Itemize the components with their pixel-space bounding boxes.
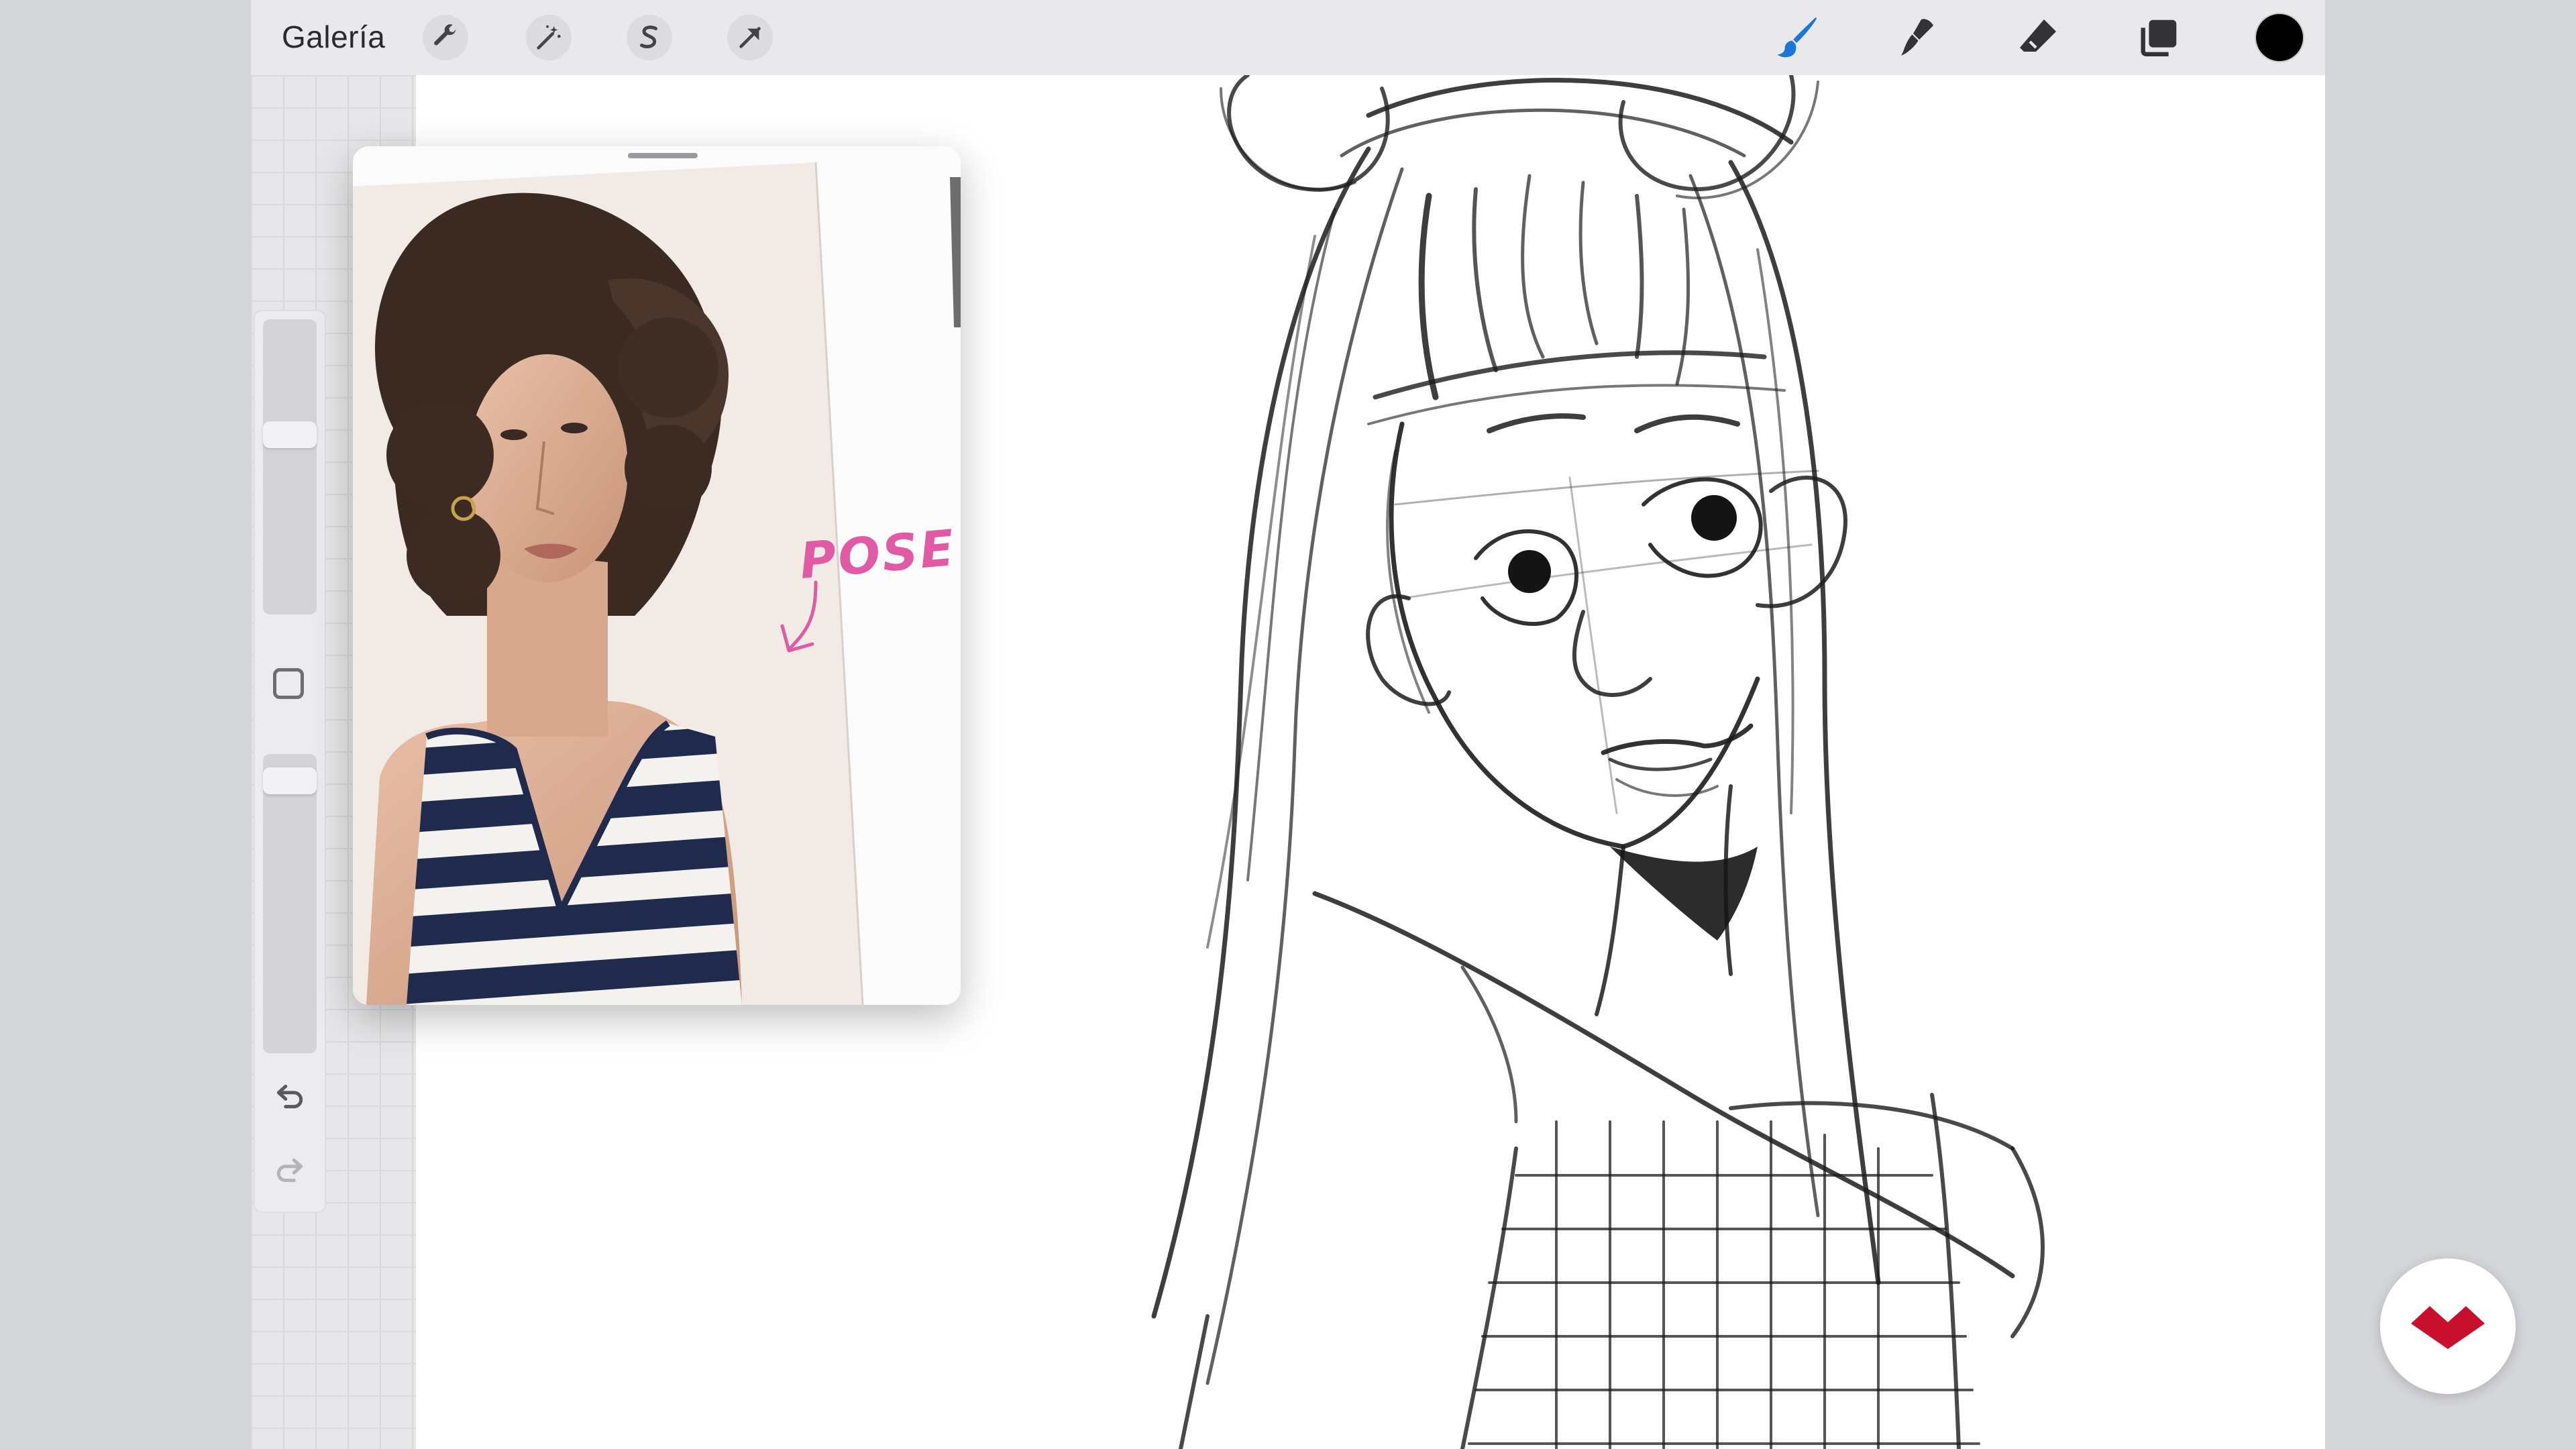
- actions-button[interactable]: [423, 15, 468, 60]
- gallery-button[interactable]: Galería: [282, 19, 385, 55]
- color-swatch: [2256, 14, 2303, 61]
- modify-button[interactable]: [273, 668, 304, 699]
- wrench-icon: [434, 24, 457, 46]
- left-pupil: [1508, 550, 1551, 593]
- brush-icon: [1777, 17, 1817, 58]
- layers-icon: [2141, 19, 2177, 56]
- selection-button[interactable]: [627, 15, 672, 60]
- undo-icon: [276, 1084, 303, 1109]
- eraser-tool[interactable]: [2011, 11, 2065, 64]
- procreate-app: Galería POSE: [251, 0, 2325, 1449]
- reference-window-drag-handle[interactable]: [628, 153, 698, 158]
- arrow-cursor-icon: [739, 27, 761, 48]
- adjustments-button[interactable]: [526, 15, 572, 60]
- logo-icon: [2411, 1306, 2485, 1349]
- eraser-icon: [2020, 19, 2056, 52]
- opacity-thumb[interactable]: [263, 767, 317, 794]
- selection-s-icon: [640, 25, 658, 48]
- brand-logo-badge: [2380, 1258, 2516, 1394]
- transform-button[interactable]: [727, 15, 773, 60]
- brush-size-thumb[interactable]: [263, 421, 317, 448]
- layers-tool[interactable]: [2132, 11, 2186, 64]
- smudge-icon: [1901, 19, 1933, 56]
- top-toolbar: Galería: [251, 0, 2325, 75]
- brush-tool[interactable]: [1770, 11, 1823, 64]
- redo-button[interactable]: [270, 1150, 310, 1190]
- left-sidebar: [255, 311, 325, 1212]
- smudge-tool[interactable]: [1890, 11, 1944, 64]
- redo-icon: [276, 1158, 303, 1183]
- undo-button[interactable]: [270, 1076, 310, 1116]
- brush-size-slider[interactable]: [263, 319, 317, 614]
- right-pupil: [1691, 495, 1737, 541]
- reference-window[interactable]: POSE: [353, 146, 961, 1005]
- opacity-slider[interactable]: [263, 754, 317, 1053]
- magic-wand-icon: [537, 25, 561, 50]
- color-picker[interactable]: [2253, 11, 2306, 64]
